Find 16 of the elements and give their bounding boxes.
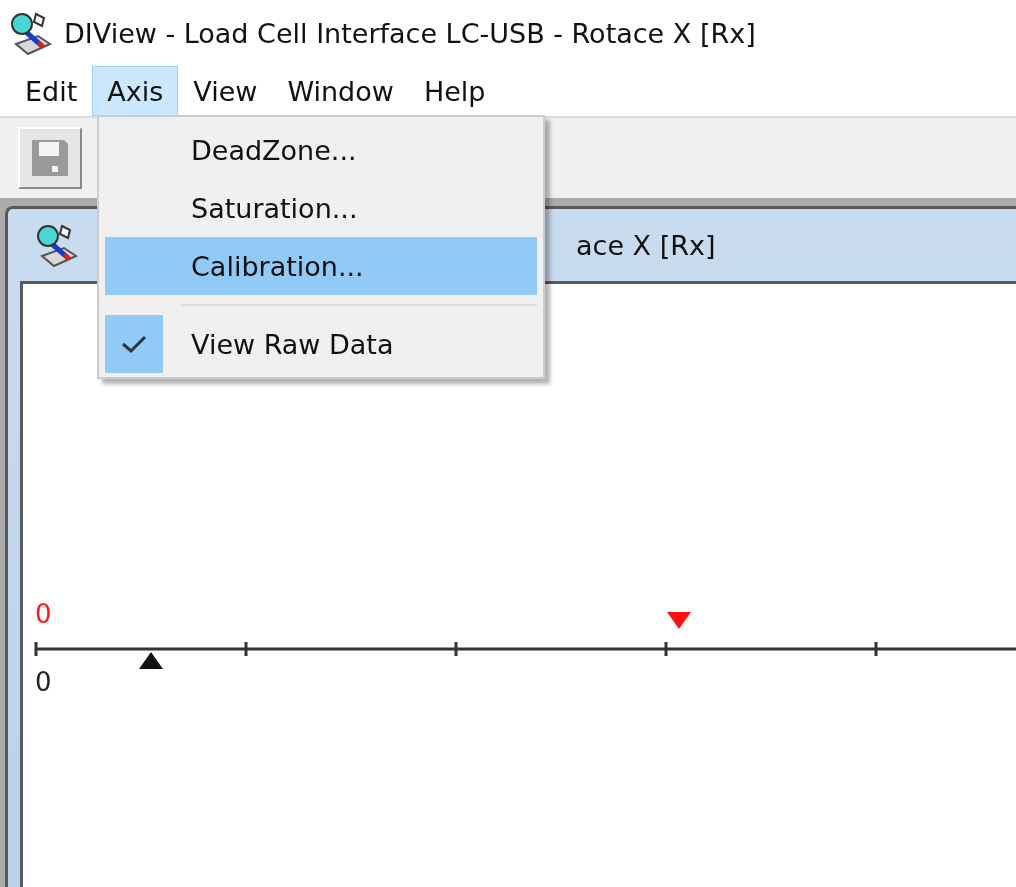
scale-label: 0 — [35, 667, 52, 697]
magnifier-icon — [34, 222, 80, 268]
menu-item[interactable]: Help — [408, 66, 501, 116]
menu-item[interactable]: Edit — [10, 66, 93, 116]
marker-triangle — [667, 612, 691, 629]
menu-item[interactable]: Calibration... — [105, 237, 537, 295]
scale-label: 0 — [35, 599, 52, 629]
menu-item[interactable]: Axis — [92, 66, 179, 116]
magnifier-icon — [8, 10, 54, 56]
window-title: DIView - Load Cell Interface LC-USB - Rotace X [Rx] — [64, 17, 756, 49]
marker-triangle — [139, 652, 163, 669]
menu-item[interactable]: Window — [272, 66, 409, 116]
menu-item[interactable]: Saturation... — [105, 179, 537, 237]
menu-item[interactable]: View Raw Data — [105, 315, 537, 373]
menu-item[interactable]: View — [178, 66, 273, 116]
child-window-title: ace X [Rx] — [576, 229, 716, 261]
